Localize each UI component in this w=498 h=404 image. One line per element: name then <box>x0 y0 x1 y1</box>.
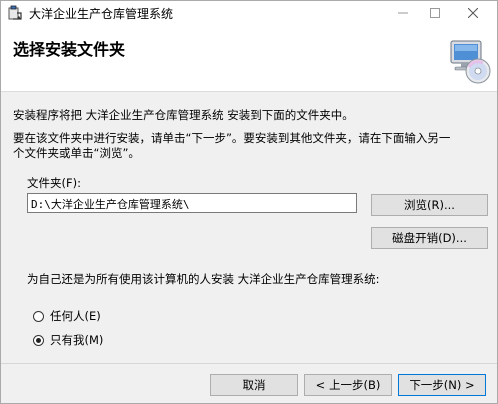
footer-separator <box>1 363 497 364</box>
header-banner: 选择安装文件夹 <box>1 25 497 92</box>
intro-text: 安装程序将把 大洋企业生产仓库管理系统 安装到下面的文件夹中。 <box>13 108 354 122</box>
next-button[interactable]: 下一步(N) > <box>398 374 486 396</box>
radio-just-me[interactable]: 只有我(M) <box>33 332 103 348</box>
window-title: 大洋企业生产仓库管理系统 <box>29 7 174 21</box>
back-button[interactable]: < 上一步(B) <box>304 374 392 396</box>
computer-cd-icon <box>450 40 491 84</box>
title-bar[interactable]: 大洋企业生产仓库管理系统 <box>1 1 497 25</box>
instruction-text-line2: 个文件夹或单击“浏览”。 <box>13 146 140 160</box>
install-for-label: 为自己还是为所有使用该计算机的人安装 大洋企业生产仓库管理系统: <box>27 272 380 286</box>
radio-just-me-label: 只有我(M) <box>50 333 104 347</box>
browse-button[interactable]: 浏览(R)... <box>371 194 488 216</box>
close-button[interactable] <box>457 1 489 25</box>
installer-window: 大洋企业生产仓库管理系统 选择安装文件夹 安装程序将把 大洋企业生产仓库管理系统… <box>0 0 498 404</box>
cancel-button[interactable]: 取消 <box>210 374 298 396</box>
page-title: 选择安装文件夹 <box>13 40 126 59</box>
instruction-text-line1: 要在该文件夹中进行安装，请单击“下一步”。要安装到其他文件夹，请在下面输入另一 <box>13 131 451 145</box>
folder-label: 文件夹(F): <box>27 176 81 190</box>
minimize-button[interactable] <box>387 1 419 25</box>
folder-path-input[interactable]: D:\大洋企业生产仓库管理系统\ <box>27 193 357 213</box>
radio-just-me-circle[interactable] <box>33 334 44 346</box>
close-icon <box>468 8 478 18</box>
radio-everyone-label: 任何人(E) <box>50 309 101 323</box>
installer-app-icon <box>8 5 22 20</box>
maximize-icon <box>430 8 440 18</box>
radio-everyone-circle[interactable] <box>33 310 44 322</box>
minimize-icon <box>398 12 408 14</box>
maximize-button[interactable] <box>419 1 451 25</box>
radio-everyone[interactable]: 任何人(E) <box>33 308 101 324</box>
disk-cost-button[interactable]: 磁盘开销(D)... <box>371 227 488 249</box>
